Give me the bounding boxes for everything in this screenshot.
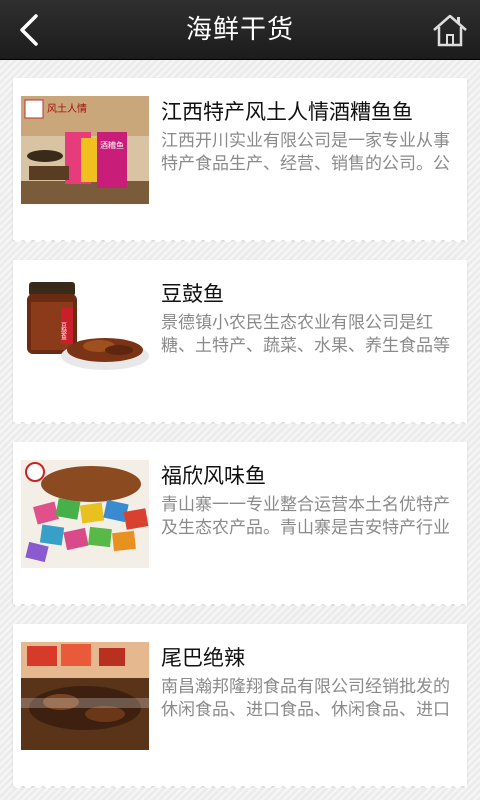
product-image: 风土人情 酒糟鱼: [21, 96, 149, 204]
product-image: [21, 460, 149, 568]
page-title: 海鲜干货: [185, 15, 294, 45]
item-description: 青山寨一一专业整合运营本土名优特产及生态农产品。青山寨是吉安特产行业: [161, 495, 450, 538]
svg-text:风土人情: 风土人情: [47, 102, 87, 115]
back-button[interactable]: [8, 8, 52, 52]
svg-text:酒糟鱼: 酒糟鱼: [100, 140, 124, 150]
svg-text:豆鼓鱼: 豆鼓鱼: [60, 322, 67, 340]
item-title: 福欣风味鱼: [161, 464, 266, 488]
product-image: [21, 642, 149, 750]
list-item[interactable]: 福欣风味鱼 青山寨一一专业整合运营本土名优特产及生态农产品。青山寨是吉安特产行业: [13, 442, 467, 610]
item-title: 江西特产风土人情酒糟鱼鱼: [161, 100, 413, 124]
item-description: 景德镇小农民生态农业有限公司是红糖、土特产、蔬菜、水果、养生食品等: [161, 313, 450, 356]
item-description: 南昌瀚邦隆翔食品有限公司经销批发的休闲食品、进口食品、休闲食品、进口: [161, 677, 450, 720]
item-description: 江西开川实业有限公司是一家专业从事特产食品生产、经营、销售的公司。公: [161, 131, 450, 174]
chevron-left-icon: [20, 14, 38, 46]
product-image: 豆鼓鱼: [21, 278, 149, 386]
item-title: 豆鼓鱼: [161, 282, 224, 306]
header-bar: 海鲜干货: [0, 0, 480, 60]
home-button[interactable]: [428, 8, 472, 52]
list-item[interactable]: 风土人情 酒糟鱼 江西特产风土人情酒糟鱼鱼 江西开川实业有限公司是一家专业从事特…: [13, 78, 467, 246]
list-item[interactable]: 尾巴绝辣 南昌瀚邦隆翔食品有限公司经销批发的休闲食品、进口食品、休闲食品、进口: [13, 624, 467, 792]
list-item[interactable]: 豆鼓鱼 豆鼓鱼 景德镇小农民生态农业有限公司是红糖、土特产、蔬菜、水果、养生食品…: [13, 260, 467, 428]
home-icon: [433, 14, 467, 47]
item-title: 尾巴绝辣: [161, 646, 245, 670]
